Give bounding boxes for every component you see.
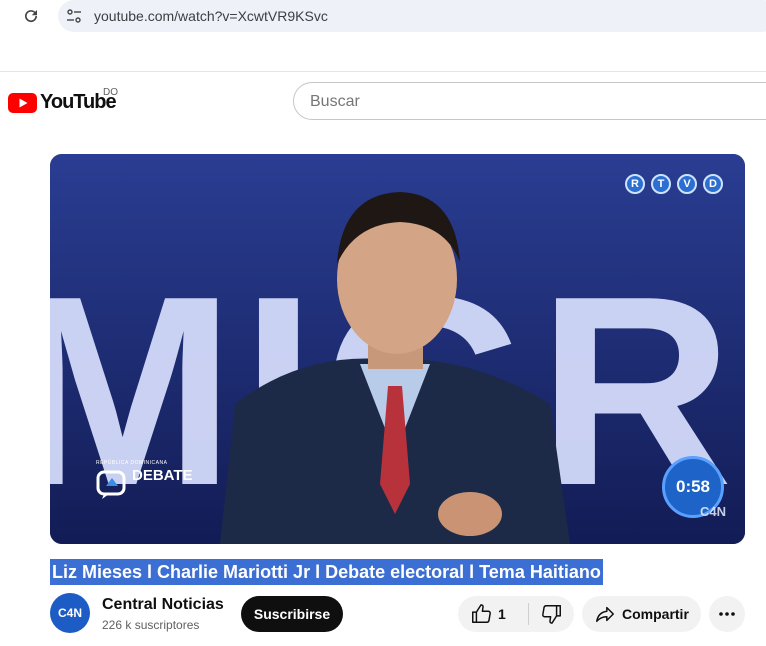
badge-d: D bbox=[703, 174, 723, 194]
debate-logo-word: DEBATE bbox=[132, 467, 193, 484]
channel-name[interactable]: Central Noticias bbox=[102, 596, 224, 614]
debate-logo: REPÚBLICA DOMINICANA DEBATE bbox=[94, 460, 193, 522]
channel-watermark: C4N bbox=[700, 504, 727, 519]
badge-r: R bbox=[625, 174, 645, 194]
thumbs-down-icon bbox=[542, 605, 561, 624]
reload-icon[interactable] bbox=[22, 7, 40, 25]
url-text[interactable]: youtube.com/watch?v=XcwtVR9KSvc bbox=[94, 8, 328, 24]
header-divider bbox=[0, 71, 766, 72]
browser-toolbar: youtube.com/watch?v=XcwtVR9KSvc bbox=[0, 0, 766, 34]
debate-logo-country: REPÚBLICA DOMINICANA bbox=[96, 460, 168, 466]
badge-t: T bbox=[651, 174, 671, 194]
like-count: 1 bbox=[498, 606, 506, 622]
share-label: Compartir bbox=[622, 606, 689, 622]
youtube-logo[interactable]: YouTube bbox=[8, 91, 117, 115]
site-settings-icon[interactable] bbox=[66, 8, 82, 24]
video-title: Liz Mieses l Charlie Mariotti Jr l Debat… bbox=[50, 559, 603, 585]
country-code: DO bbox=[103, 87, 118, 98]
youtube-play-icon bbox=[8, 93, 37, 113]
subscriber-count: 226 k suscriptores bbox=[102, 618, 200, 632]
more-actions-button[interactable] bbox=[709, 596, 745, 632]
debate-bubble-icon bbox=[96, 470, 126, 499]
subscribe-button[interactable]: Suscribirse bbox=[241, 596, 343, 632]
share-button[interactable]: Compartir bbox=[582, 596, 701, 632]
dislike-button[interactable] bbox=[529, 596, 574, 632]
search-input[interactable]: Buscar bbox=[310, 93, 360, 111]
video-player[interactable]: MIGRAC R T V D REPÚBLICA DOMINICANA DEBA… bbox=[50, 154, 745, 544]
channel-avatar[interactable]: C4N bbox=[50, 593, 90, 633]
badge-v: V bbox=[677, 174, 697, 194]
search-box[interactable]: Buscar bbox=[293, 82, 766, 120]
like-button[interactable]: 1 bbox=[458, 596, 528, 632]
more-horizontal-icon bbox=[719, 612, 735, 616]
thumbs-up-icon bbox=[472, 604, 491, 623]
share-arrow-icon bbox=[596, 606, 614, 623]
like-dislike-group: 1 bbox=[458, 596, 574, 632]
channel-badges: R T V D bbox=[625, 174, 723, 194]
address-bar[interactable]: youtube.com/watch?v=XcwtVR9KSvc bbox=[58, 0, 766, 32]
